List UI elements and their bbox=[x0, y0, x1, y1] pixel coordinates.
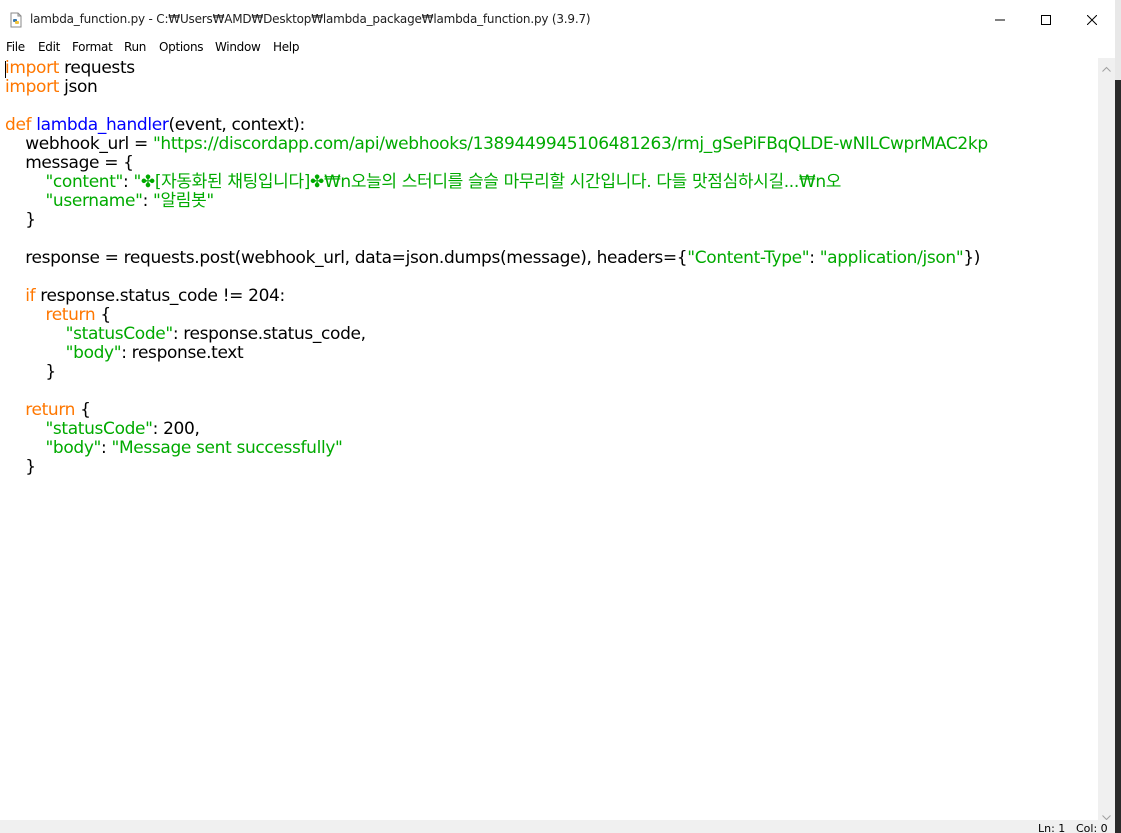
menu-edit[interactable]: Edit bbox=[38, 40, 60, 54]
menu-format[interactable]: Format bbox=[72, 40, 113, 54]
background-window-edge bbox=[1115, 0, 1121, 833]
code-line: import json bbox=[5, 77, 98, 97]
menu-help[interactable]: Help bbox=[273, 40, 299, 54]
chevron-up-icon bbox=[1102, 57, 1111, 76]
scroll-thumb[interactable] bbox=[1100, 75, 1113, 807]
code-editor[interactable]: import requests import json def lambda_h… bbox=[0, 58, 1098, 820]
code-text: requests bbox=[59, 58, 135, 78]
code-text: : bbox=[101, 438, 112, 458]
code-text: json bbox=[59, 77, 98, 97]
line-number: Ln: 1 bbox=[1038, 822, 1066, 833]
keyword: def bbox=[5, 115, 32, 135]
window-title: lambda_function.py - C:₩Users₩AMD₩Deskto… bbox=[30, 12, 591, 26]
menu-window[interactable]: Window bbox=[215, 40, 261, 54]
menu-options[interactable]: Options bbox=[159, 40, 204, 54]
close-button[interactable] bbox=[1069, 0, 1115, 38]
code-line: "body": "Message sent successfully" bbox=[5, 438, 343, 458]
code-text: : response.status_code, bbox=[172, 324, 366, 344]
text-cursor bbox=[5, 61, 6, 78]
code-text: { bbox=[95, 305, 111, 325]
code-line: "statusCode": response.status_code, bbox=[5, 325, 366, 344]
code-line: webhook_url = "https://discordapp.com/ap… bbox=[5, 135, 988, 154]
string-literal: "https://discordapp.com/api/webhooks/138… bbox=[152, 134, 988, 154]
string-literal: "body" bbox=[45, 438, 102, 458]
code-line: } bbox=[5, 457, 36, 477]
maximize-button[interactable] bbox=[1023, 0, 1069, 38]
string-literal: "알림봇" bbox=[153, 191, 214, 211]
code-text: : 200, bbox=[152, 419, 200, 439]
idle-editor-window: lambda_function.py - C:₩Users₩AMD₩Deskto… bbox=[0, 0, 1121, 833]
keyword: if bbox=[25, 286, 36, 306]
code-line: "username": "알림봇" bbox=[5, 192, 214, 211]
menu-run[interactable]: Run bbox=[124, 40, 146, 54]
string-literal: "application/json" bbox=[819, 248, 964, 268]
vertical-scrollbar[interactable] bbox=[1098, 58, 1115, 824]
code-line: if response.status_code != 204: bbox=[5, 287, 285, 306]
string-literal: "statusCode" bbox=[45, 419, 153, 439]
scroll-up-button[interactable] bbox=[1098, 58, 1115, 75]
string-literal: "statusCode" bbox=[65, 324, 174, 344]
code-line: return { bbox=[5, 401, 91, 420]
column-number: Col: 0 bbox=[1076, 822, 1108, 833]
status-bar: Ln: 1 Col: 0 bbox=[0, 820, 1115, 833]
code-text: : bbox=[142, 191, 154, 211]
title-bar[interactable]: lambda_function.py - C:₩Users₩AMD₩Deskto… bbox=[0, 0, 1121, 38]
code-line: def lambda_handler(event, context): bbox=[5, 116, 305, 135]
code-line: return { bbox=[5, 306, 111, 325]
keyword: return bbox=[25, 400, 76, 420]
code-text: response.status_code != 204: bbox=[35, 286, 285, 306]
string-literal: "Message sent successfully" bbox=[111, 438, 343, 458]
code-line: } bbox=[5, 210, 36, 230]
string-literal: "body" bbox=[65, 343, 122, 363]
string-literal: "Content-Type" bbox=[687, 248, 810, 268]
code-text: : bbox=[809, 248, 820, 268]
close-icon bbox=[1086, 10, 1098, 29]
string-literal: "content" bbox=[45, 172, 124, 192]
code-text: }) bbox=[963, 248, 981, 268]
minimize-button[interactable] bbox=[977, 0, 1023, 38]
code-text: : response.text bbox=[121, 343, 244, 363]
menu-bar: File Edit Format Run Options Window Help bbox=[0, 38, 1121, 58]
code-line: } bbox=[5, 362, 56, 382]
string-literal: "username" bbox=[45, 191, 143, 211]
background-window-edge-top bbox=[1115, 0, 1121, 80]
code-line: response = requests.post(webhook_url, da… bbox=[5, 249, 980, 268]
code-text: webhook_url = bbox=[5, 134, 153, 154]
function-name: lambda_handler bbox=[36, 115, 169, 135]
code-line: "content": "✤[자동화된 채팅입니다]✤₩n오늘의 스터디를 슬슬 … bbox=[5, 173, 841, 192]
code-line: "body": response.text bbox=[5, 343, 244, 363]
python-file-icon bbox=[8, 12, 24, 28]
code-text: response = requests.post(webhook_url, da… bbox=[5, 248, 688, 268]
code-line: message = { bbox=[5, 153, 134, 173]
keyword: import bbox=[5, 58, 60, 78]
code-text: (event, context): bbox=[168, 115, 305, 135]
maximize-icon bbox=[1041, 10, 1051, 29]
minimize-icon bbox=[995, 10, 1005, 29]
code-text: : bbox=[123, 172, 134, 192]
code-text: { bbox=[75, 400, 91, 420]
code-line: "statusCode": 200, bbox=[5, 419, 200, 439]
keyword: return bbox=[45, 305, 96, 325]
string-literal: "✤[자동화된 채팅입니다]✤₩n오늘의 스터디를 슬슬 마무리할 시간입니다.… bbox=[133, 172, 842, 192]
menu-file[interactable]: File bbox=[6, 40, 25, 54]
code-line: import requests bbox=[5, 59, 135, 78]
keyword: import bbox=[5, 77, 60, 97]
